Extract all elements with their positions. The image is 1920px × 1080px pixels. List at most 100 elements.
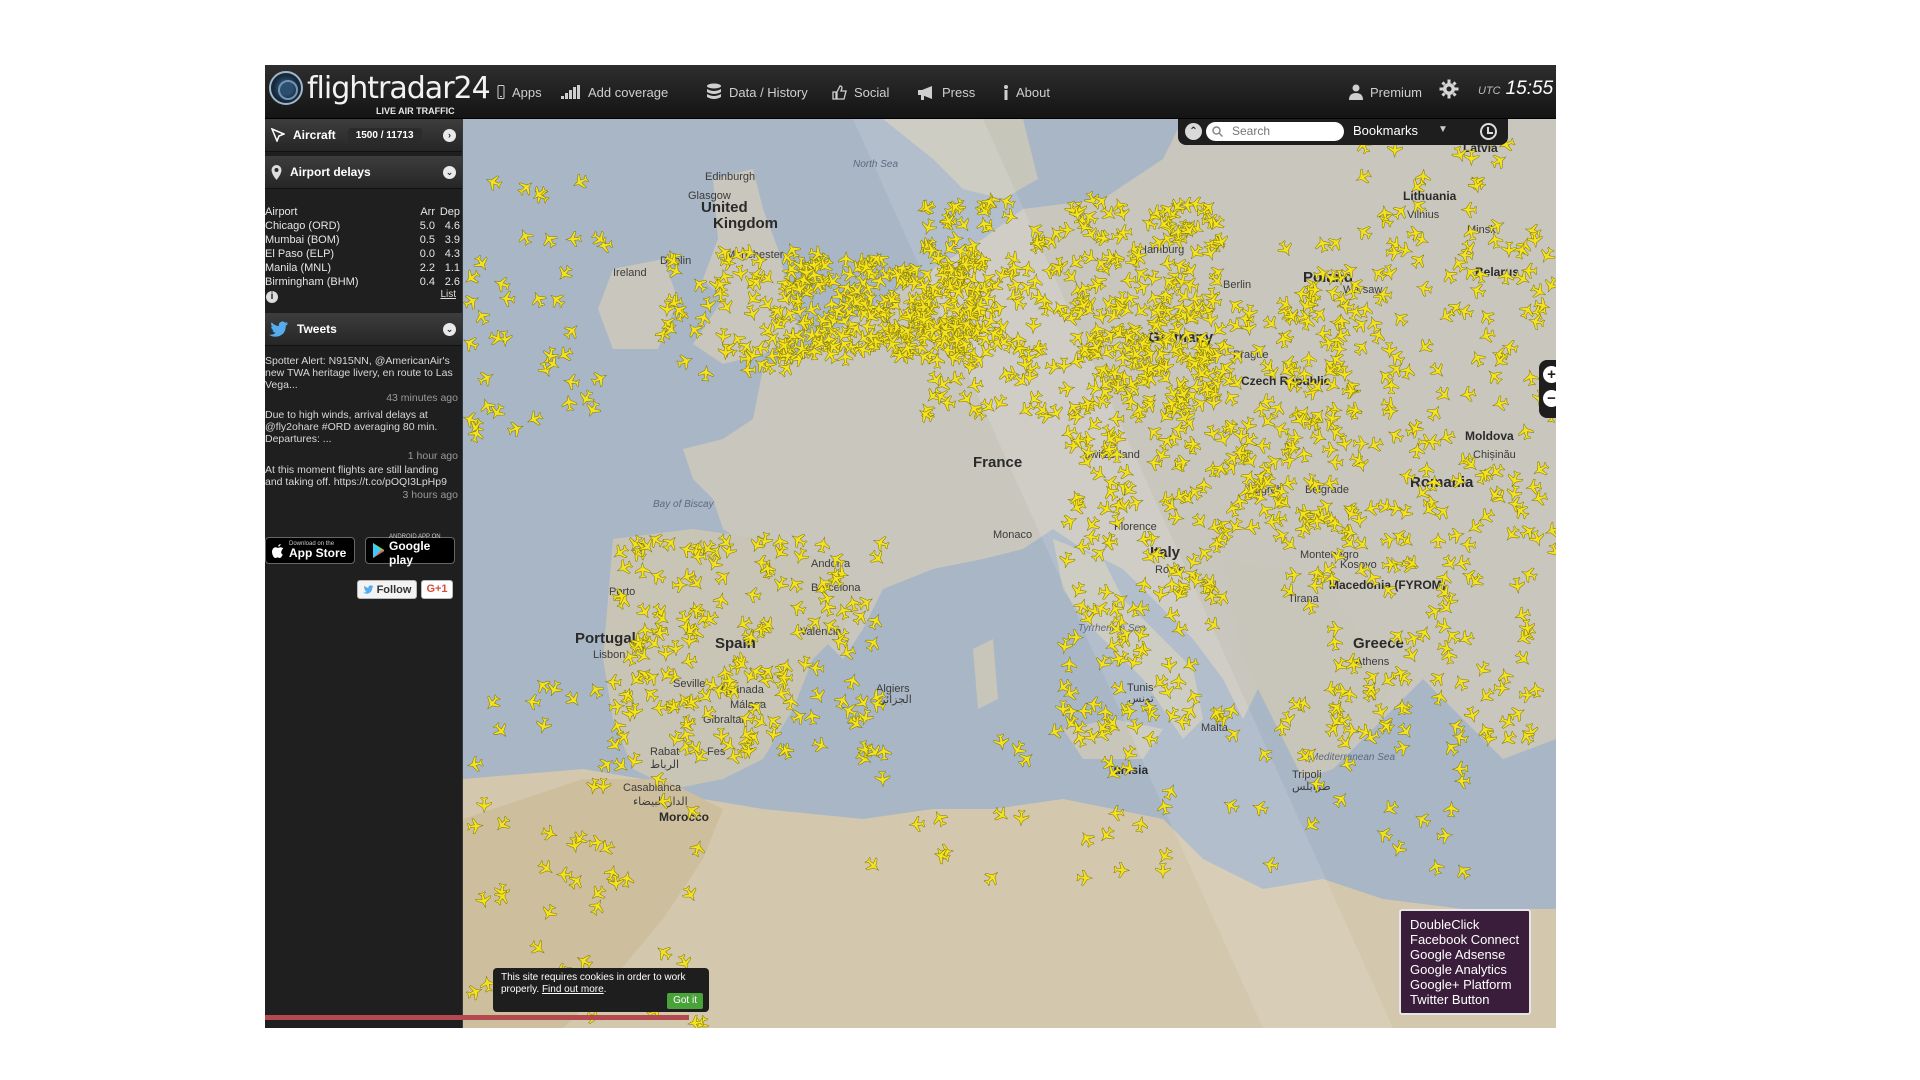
aircraft-marker-icon[interactable] xyxy=(587,883,609,904)
aircraft-marker-icon[interactable] xyxy=(1336,434,1354,452)
aircraft-marker-icon[interactable] xyxy=(1451,672,1472,693)
aircraft-marker-icon[interactable] xyxy=(1468,348,1488,368)
aircraft-marker-icon[interactable] xyxy=(930,808,951,829)
aircraft-marker-icon[interactable] xyxy=(1467,281,1487,301)
aircraft-marker-icon[interactable] xyxy=(852,692,873,713)
aircraft-marker-icon[interactable] xyxy=(919,217,938,237)
aircraft-marker-icon[interactable] xyxy=(862,854,884,876)
aircraft-marker-icon[interactable] xyxy=(1322,680,1341,698)
aircraft-marker-icon[interactable] xyxy=(1463,705,1482,724)
aircraft-marker-icon[interactable] xyxy=(689,274,711,296)
aircraft-marker-icon[interactable] xyxy=(814,536,832,554)
cookie-accept-button[interactable]: Got it xyxy=(667,993,703,1009)
aircraft-marker-icon[interactable] xyxy=(1477,326,1497,345)
aircraft-marker-icon[interactable] xyxy=(1527,313,1546,331)
delays-list-link[interactable]: List xyxy=(440,289,456,300)
aircraft-marker-icon[interactable] xyxy=(1056,357,1072,375)
aircraft-marker-icon[interactable] xyxy=(618,870,635,888)
aircraft-marker-icon[interactable] xyxy=(1055,700,1071,717)
zoom-in-button[interactable]: + xyxy=(1543,366,1556,383)
aircraft-marker-icon[interactable] xyxy=(540,824,559,843)
aircraft-marker-icon[interactable] xyxy=(565,231,582,247)
aircraft-marker-icon[interactable] xyxy=(484,173,504,193)
aircraft-marker-icon[interactable] xyxy=(1167,509,1185,526)
aircraft-marker-icon[interactable] xyxy=(1509,576,1526,595)
aircraft-marker-icon[interactable] xyxy=(917,197,938,218)
aircraft-marker-icon[interactable] xyxy=(1418,460,1435,478)
aircraft-marker-icon[interactable] xyxy=(1141,730,1159,747)
aircraft-marker-icon[interactable] xyxy=(782,693,799,711)
aircraft-marker-icon[interactable] xyxy=(1155,862,1171,880)
aircraft-panel-header[interactable]: Aircraft 1500 / 11713 › xyxy=(265,119,462,152)
aircraft-marker-icon[interactable] xyxy=(978,216,999,237)
aircraft-marker-icon[interactable] xyxy=(589,369,610,389)
info-circle-icon[interactable]: i xyxy=(266,291,278,303)
aircraft-marker-icon[interactable] xyxy=(1275,238,1296,259)
bookmarks-dropdown[interactable]: Bookmarks xyxy=(1353,123,1418,138)
aircraft-marker-icon[interactable] xyxy=(1326,454,1344,471)
aircraft-marker-icon[interactable] xyxy=(492,274,512,293)
aircraft-marker-icon[interactable] xyxy=(546,289,567,310)
aircraft-marker-icon[interactable] xyxy=(1380,798,1401,819)
chevron-down-icon[interactable]: ⌄ xyxy=(443,323,456,336)
aircraft-marker-icon[interactable] xyxy=(1261,856,1280,874)
aircraft-marker-icon[interactable] xyxy=(1537,245,1556,266)
aircraft-marker-icon[interactable] xyxy=(498,290,516,307)
aircraft-marker-icon[interactable] xyxy=(838,643,858,663)
aircraft-marker-icon[interactable] xyxy=(1240,319,1257,337)
aircraft-marker-icon[interactable] xyxy=(562,689,583,711)
aircraft-marker-icon[interactable] xyxy=(1221,387,1242,408)
aircraft-marker-icon[interactable] xyxy=(1374,824,1395,845)
aircraft-marker-icon[interactable] xyxy=(466,755,484,773)
aircraft-marker-icon[interactable] xyxy=(843,672,862,691)
aircraft-marker-icon[interactable] xyxy=(1183,552,1203,572)
aircraft-marker-icon[interactable] xyxy=(1353,167,1374,187)
aircraft-marker-icon[interactable] xyxy=(788,598,808,618)
aircraft-marker-icon[interactable] xyxy=(528,289,548,310)
aircraft-marker-icon[interactable] xyxy=(1390,308,1412,330)
caret-down-icon[interactable]: ▼ xyxy=(1438,124,1448,135)
aircraft-marker-icon[interactable] xyxy=(653,942,674,963)
aircraft-marker-icon[interactable] xyxy=(650,700,668,716)
aircraft-marker-icon[interactable] xyxy=(1328,546,1347,566)
aircraft-marker-icon[interactable] xyxy=(610,542,631,563)
aircraft-marker-icon[interactable] xyxy=(993,733,1010,751)
aircraft-marker-icon[interactable] xyxy=(1097,583,1115,601)
aircraft-marker-icon[interactable] xyxy=(788,530,809,551)
aircraft-marker-icon[interactable] xyxy=(1351,337,1372,358)
aircraft-marker-icon[interactable] xyxy=(1225,295,1247,316)
aircraft-marker-icon[interactable] xyxy=(1059,512,1079,532)
aircraft-marker-icon[interactable] xyxy=(1060,266,1082,288)
aircraft-marker-icon[interactable] xyxy=(1449,471,1469,490)
aircraft-marker-icon[interactable] xyxy=(776,742,795,761)
twitter-follow-button[interactable]: Follow xyxy=(357,580,417,599)
aircraft-marker-icon[interactable] xyxy=(471,253,492,274)
aircraft-marker-icon[interactable] xyxy=(1338,755,1357,774)
aircraft-marker-icon[interactable] xyxy=(908,816,926,832)
aircraft-marker-icon[interactable] xyxy=(1365,314,1385,334)
aircraft-marker-icon[interactable] xyxy=(666,729,685,748)
aircraft-marker-icon[interactable] xyxy=(524,693,542,711)
aircraft-marker-icon[interactable] xyxy=(476,368,497,389)
aircraft-marker-icon[interactable] xyxy=(1530,459,1551,480)
tweet-item[interactable]: Due to high winds, arrival delays at @fl… xyxy=(265,409,458,462)
aircraft-marker-icon[interactable] xyxy=(1119,272,1137,289)
aircraft-marker-icon[interactable] xyxy=(1058,551,1076,569)
aircraft-marker-icon[interactable] xyxy=(1116,699,1137,720)
aircraft-marker-icon[interactable] xyxy=(1396,241,1415,259)
table-row[interactable]: Birmingham (BHM) 0.4 2.6 xyxy=(265,275,462,289)
aircraft-marker-icon[interactable] xyxy=(1363,568,1383,588)
aircraft-marker-icon[interactable] xyxy=(813,573,834,594)
aircraft-marker-icon[interactable] xyxy=(1365,435,1385,455)
aircraft-marker-icon[interactable] xyxy=(1119,759,1138,778)
aircraft-marker-icon[interactable] xyxy=(1223,724,1244,745)
aircraft-marker-icon[interactable] xyxy=(1371,288,1391,308)
aircraft-marker-icon[interactable] xyxy=(1058,221,1076,238)
app-store-badge[interactable]: Download on the App Store xyxy=(265,537,355,564)
aircraft-marker-icon[interactable] xyxy=(1309,428,1328,447)
aircraft-marker-icon[interactable] xyxy=(932,847,951,866)
aircraft-marker-icon[interactable] xyxy=(617,686,637,706)
aircraft-marker-icon[interactable] xyxy=(1496,667,1515,686)
google-plus-one-button[interactable]: G+1 xyxy=(421,580,453,599)
aircraft-marker-icon[interactable] xyxy=(1375,286,1393,303)
